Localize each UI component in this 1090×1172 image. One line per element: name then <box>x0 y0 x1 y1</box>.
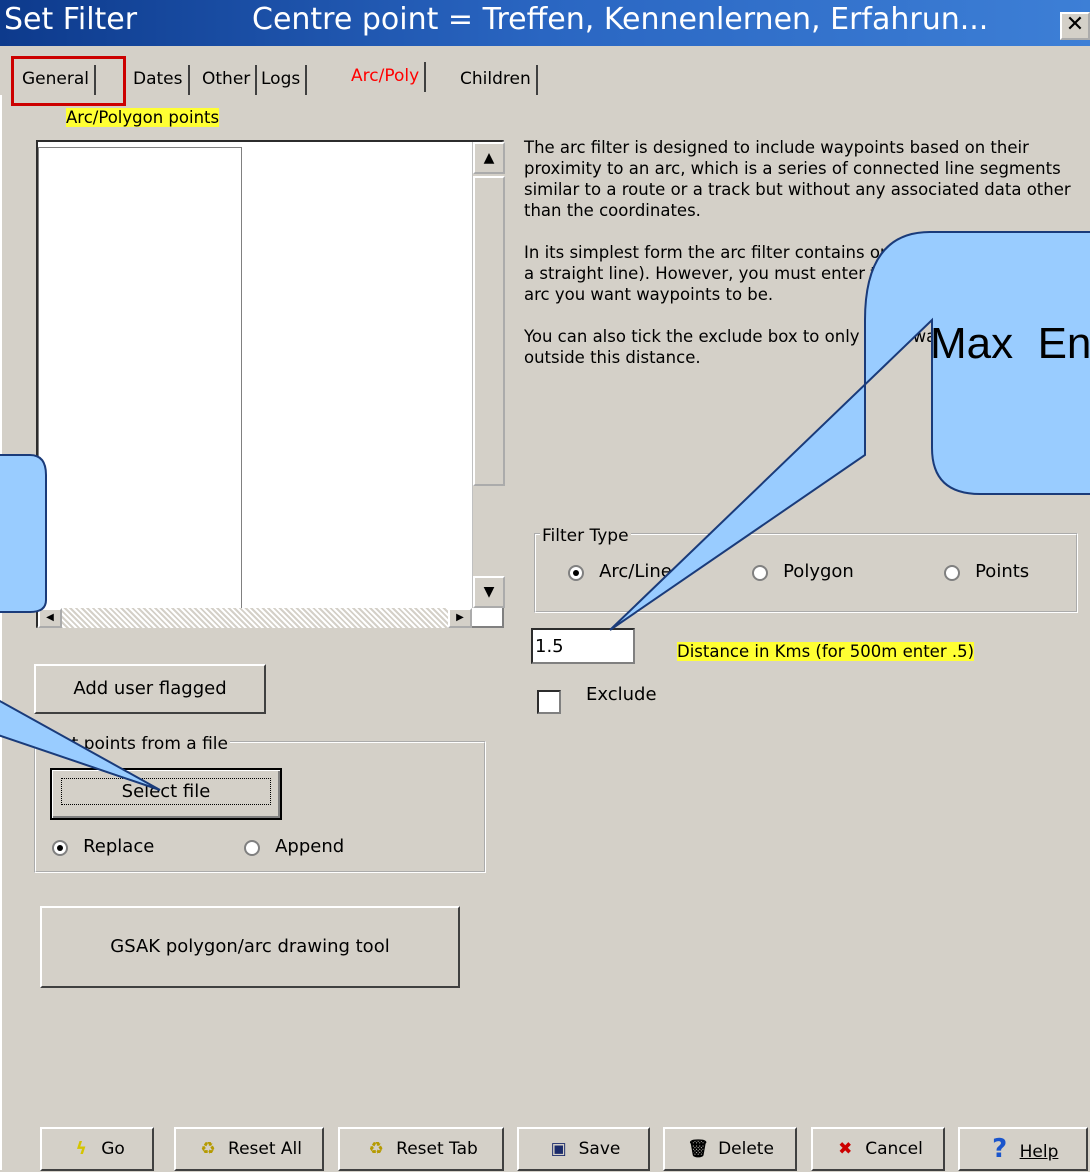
scroll-down-button[interactable]: ▼ <box>473 576 505 608</box>
reset-icon: ♻ <box>200 1139 216 1159</box>
save-button[interactable]: ▣ Save <box>517 1127 650 1171</box>
title-bar[interactable]: Set Filter Centre point = Treffen, Kenne… <box>0 0 1090 46</box>
radio-unselected[interactable] <box>244 839 260 856</box>
scroll-thumb[interactable] <box>473 176 505 486</box>
exclude-label: Exclude <box>586 684 657 705</box>
radio-unselected[interactable] <box>944 564 960 581</box>
floppy-icon: ▣ <box>550 1139 567 1159</box>
cancel-button[interactable]: ✖ Cancel <box>811 1127 945 1171</box>
filter-type-label: Filter Type <box>540 526 631 546</box>
description-paragraph: The arc filter is designed to include wa… <box>524 138 1071 220</box>
lightning-icon: ϟ <box>75 1139 87 1159</box>
radio-selected[interactable] <box>52 839 68 856</box>
distance-label: Distance in Kms (for 500m enter .5) <box>677 642 975 661</box>
exclude-checkbox[interactable] <box>537 690 561 714</box>
tab-children[interactable]: Children <box>455 65 538 95</box>
select-file-button[interactable]: Select file <box>50 768 282 820</box>
tab-arc-poly[interactable]: Arc/Poly <box>346 62 427 92</box>
scroll-up-button[interactable]: ▲ <box>473 142 505 174</box>
question-icon: ? <box>992 1134 1008 1164</box>
scroll-left-button[interactable]: ◀ <box>38 608 62 628</box>
window-title: Set Filter <box>4 2 138 37</box>
horizontal-scrollbar[interactable]: ◀ ▶ <box>38 608 472 628</box>
scroll-right-button[interactable]: ▶ <box>448 608 472 628</box>
reset-icon: ♻ <box>368 1139 384 1159</box>
close-button[interactable]: ✕ <box>1060 12 1090 40</box>
tab-other[interactable]: Other <box>197 65 258 95</box>
append-radio[interactable]: Append <box>244 836 344 857</box>
arc-points-label: Arc/Polygon points <box>66 108 220 127</box>
polygon-radio[interactable]: Polygon <box>752 561 854 582</box>
reset-all-button[interactable]: ♻ Reset All <box>174 1127 324 1171</box>
x-icon: ✖ <box>838 1139 853 1159</box>
close-icon: ✕ <box>1065 12 1085 37</box>
arc-points-listbox[interactable]: ▲ ▼ ◀ ▶ <box>36 140 505 628</box>
add-user-flagged-button[interactable]: Add user flagged <box>34 664 266 714</box>
file-group-label: Get points from a file <box>46 734 230 754</box>
description-paragraph: In its simplest form the arc filter cont… <box>524 243 1065 304</box>
points-textarea[interactable] <box>38 147 242 611</box>
tab-dates[interactable]: Dates <box>128 65 190 95</box>
help-button[interactable]: ? Help <box>958 1127 1088 1171</box>
drawing-tool-button[interactable]: GSAK polygon/arc drawing tool <box>40 906 460 988</box>
callout-text: Max En <box>930 319 1090 368</box>
distance-input[interactable] <box>531 628 635 664</box>
arc-line-radio[interactable]: Arc/Line <box>568 561 672 582</box>
reset-tab-button[interactable]: ♻ Reset Tab <box>338 1127 504 1171</box>
radio-unselected[interactable] <box>752 564 768 581</box>
delete-button[interactable]: 🗑 Delete <box>663 1127 797 1171</box>
replace-radio[interactable]: Replace <box>52 836 154 857</box>
radio-selected[interactable] <box>568 564 584 581</box>
go-button[interactable]: ϟ Go <box>40 1127 154 1171</box>
window-subtitle: Centre point = Treffen, Kennenlernen, Er… <box>252 2 989 37</box>
tab-logs[interactable]: Logs <box>256 65 308 95</box>
points-radio[interactable]: Points <box>944 561 1029 582</box>
vertical-scrollbar[interactable]: ▲ ▼ <box>472 142 505 608</box>
trash-icon: 🗑 <box>687 1139 709 1159</box>
